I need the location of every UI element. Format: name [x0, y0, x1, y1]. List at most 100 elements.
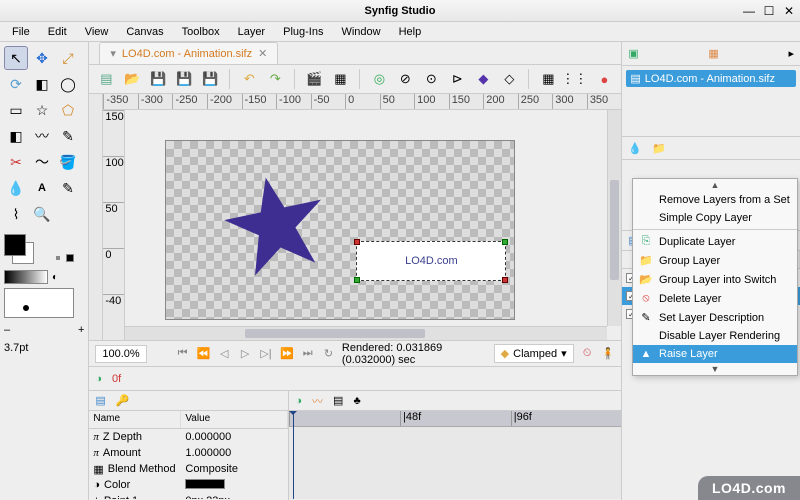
menu-window[interactable]: Window — [333, 24, 388, 40]
children-tab-icon[interactable]: ♣ — [353, 395, 360, 407]
time-input[interactable]: 0f — [112, 373, 121, 385]
seek-prev-frame-button[interactable]: ◁ — [217, 345, 232, 363]
snap-grid-button[interactable]: ⋮⋮ — [563, 68, 585, 90]
gradient-tool[interactable]: ◧ — [4, 124, 28, 148]
menu-scroll-down-icon[interactable]: ▼ — [633, 363, 797, 375]
params-tab-icon[interactable]: ▤ — [95, 394, 105, 407]
resize-handle-tl[interactable] — [354, 239, 360, 245]
width-tool[interactable]: 〜 — [30, 150, 54, 174]
params-col-value[interactable]: Value — [181, 411, 288, 428]
ctx-simple-copy[interactable]: Simple Copy Layer — [633, 209, 797, 227]
swap-colors-icon[interactable] — [56, 256, 60, 260]
draw-tool[interactable]: ✎ — [56, 124, 80, 148]
spline-tool[interactable]: 〰 — [30, 124, 54, 148]
seek-next-frame-button[interactable]: ▷| — [259, 345, 274, 363]
menu-layer[interactable]: Layer — [230, 24, 274, 40]
text-layer-box[interactable]: LO4D.com — [356, 241, 506, 281]
history-tab-icon[interactable]: ▤ — [333, 394, 343, 407]
star-layer-shape[interactable] — [221, 171, 331, 281]
dropdown-icon[interactable]: ▾ — [110, 47, 116, 60]
param-row[interactable]: πZ Depth0.000000 — [89, 429, 288, 445]
keyframe-button-a[interactable]: ⏲ — [580, 345, 595, 363]
params-col-name[interactable]: Name — [89, 411, 181, 428]
new-file-button[interactable]: ▤ — [95, 68, 117, 90]
library-droplet-icon[interactable]: 💧 — [628, 142, 642, 155]
show-grid-button[interactable]: ▦ — [537, 68, 559, 90]
sketch-tool[interactable]: ✎ — [56, 176, 80, 200]
menu-toolbox[interactable]: Toolbox — [174, 24, 228, 40]
param-row[interactable]: +Point 10px,23px — [89, 493, 288, 499]
tab-close-icon[interactable]: ✕ — [258, 47, 267, 60]
timetrack-tab-icon[interactable]: ◑ — [295, 395, 302, 407]
params-tab-key-icon[interactable]: 🔑 — [116, 394, 130, 407]
scale-tool[interactable]: ⤢ — [56, 46, 80, 70]
color-value-chip[interactable] — [185, 479, 225, 489]
info-tab-icon[interactable]: ▸ — [788, 47, 794, 60]
seek-next-kf-button[interactable]: ⏩ — [279, 345, 294, 363]
ctx-group-layer[interactable]: 📁Group Layer — [633, 251, 797, 270]
render-button[interactable]: 🎬 — [303, 68, 325, 90]
nav-tab-icon[interactable]: ▣ — [628, 47, 638, 60]
ctx-disable-rendering[interactable]: Disable Layer Rendering — [633, 327, 797, 345]
stroke-width-value[interactable]: 3.7pt — [4, 342, 28, 354]
minimize-button[interactable]: — — [744, 6, 754, 16]
brush-tool[interactable]: ⌇ — [4, 202, 28, 226]
duck-vertex-button[interactable]: ◇ — [498, 68, 520, 90]
cutout-tool[interactable]: ✂ — [4, 150, 28, 174]
preview-button[interactable]: ▦ — [329, 68, 351, 90]
save-all-button[interactable]: 💾 — [199, 68, 221, 90]
vertical-scrollbar[interactable] — [607, 110, 621, 326]
timeline-cursor[interactable] — [293, 411, 294, 499]
library-folder-icon[interactable]: 📁 — [652, 142, 666, 155]
palette-tab-icon[interactable]: ▦ — [708, 47, 718, 60]
close-button[interactable]: ✕ — [784, 6, 794, 16]
polygon-tool[interactable]: ⬠ — [56, 98, 80, 122]
gradient-preview[interactable] — [4, 270, 48, 284]
rectangle-tool[interactable]: ▭ — [4, 98, 28, 122]
resize-handle-bl[interactable] — [354, 277, 360, 283]
record-button[interactable]: ● — [593, 68, 615, 90]
star-tool[interactable]: ☆ — [30, 98, 54, 122]
zoom-input[interactable]: 100.0% — [95, 345, 146, 363]
menu-edit[interactable]: Edit — [40, 24, 75, 40]
menu-plugins[interactable]: Plug-Ins — [275, 24, 331, 40]
resize-handle-tr[interactable] — [502, 239, 508, 245]
menu-help[interactable]: Help — [391, 24, 430, 40]
dash-plus-icon[interactable]: + — [78, 324, 84, 336]
loop-button[interactable]: ↻ — [321, 345, 336, 363]
curves-tab-icon[interactable]: 〰 — [312, 393, 323, 409]
param-row[interactable]: ▦Blend MethodComposite — [89, 461, 288, 477]
fill-color-swatch[interactable] — [4, 234, 26, 256]
seek-prev-kf-button[interactable]: ⏪ — [196, 345, 211, 363]
color-swatches[interactable] — [4, 234, 84, 264]
mirror-tool[interactable]: ◧ — [30, 72, 54, 96]
animate-mode-button[interactable]: ⊙ — [420, 68, 442, 90]
transform-tool[interactable]: ↖ — [4, 46, 28, 70]
horizontal-scrollbar[interactable] — [125, 326, 607, 340]
eyedrop-tool[interactable]: 💧 — [4, 176, 28, 200]
smooth-move-tool[interactable]: ✥ — [30, 46, 54, 70]
rotate-tool[interactable]: ⟳ — [4, 72, 28, 96]
circle-tool[interactable]: ◯ — [56, 72, 80, 96]
redo-button[interactable]: ↷ — [264, 68, 286, 90]
play-button[interactable]: ▷ — [238, 345, 253, 363]
fill-tool[interactable]: 🪣 — [56, 150, 80, 174]
menu-view[interactable]: View — [77, 24, 117, 40]
ctx-duplicate-layer[interactable]: ⎘Duplicate Layer — [633, 232, 797, 251]
canvas-viewport[interactable]: LO4D.com — [125, 110, 607, 326]
gradient-reverse-icon[interactable]: ◐ — [52, 272, 58, 283]
ctx-set-description[interactable]: ✎Set Layer Description — [633, 308, 797, 327]
ctx-delete-layer[interactable]: ⦸Delete Layer — [633, 289, 797, 308]
save-button[interactable]: 💾 — [147, 68, 169, 90]
default-colors-icon[interactable] — [66, 254, 74, 262]
seek-begin-button[interactable]: ⏮ — [175, 345, 190, 363]
onion-green-icon[interactable]: ◑ — [95, 373, 102, 385]
dash-minus-icon[interactable]: – — [4, 324, 10, 336]
keyframe-lock-button[interactable]: ⊘ — [394, 68, 416, 90]
text-tool[interactable]: A — [30, 176, 54, 200]
save-as-button[interactable]: 💾 — [173, 68, 195, 90]
maximize-button[interactable]: ☐ — [764, 6, 774, 16]
menu-canvas[interactable]: Canvas — [118, 24, 171, 40]
duck-position-button[interactable]: ◆ — [472, 68, 494, 90]
open-file-button[interactable]: 📂 — [121, 68, 143, 90]
